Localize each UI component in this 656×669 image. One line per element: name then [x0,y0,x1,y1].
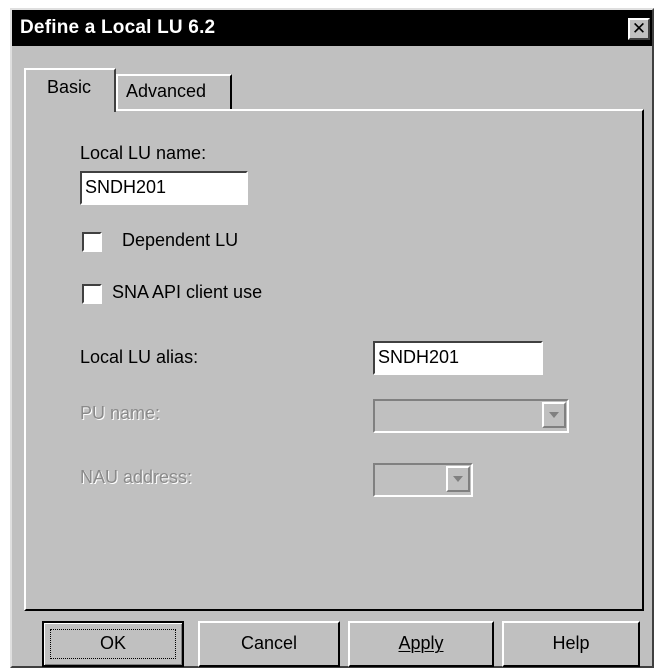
local-lu-name-label: Local LU name: [80,143,207,163]
cancel-button-label: Cancel [240,633,298,653]
pu-name-label: PU name: [80,403,161,423]
local-lu-alias-input[interactable]: SNDH201 [373,341,543,375]
tab-basic-label: Basic [47,77,92,97]
dependent-lu-checkbox[interactable] [82,232,102,252]
apply-button-label: Apply [398,633,444,653]
tab-advanced[interactable]: Advanced [116,74,232,110]
close-icon: ✕ [631,19,647,38]
chevron-down-icon[interactable] [542,402,566,428]
define-local-lu-dialog: Define a Local LU 6.2 ✕ Basic Advanced L… [10,8,654,668]
ok-button-label: OK [99,633,126,653]
nau-address-label: NAU address: [80,467,193,487]
help-button[interactable]: Help [502,621,640,667]
close-button[interactable]: ✕ [628,18,650,40]
cancel-button[interactable]: Cancel [198,621,340,667]
local-lu-alias-value: SNDH201 [378,347,460,367]
nau-address-dropdown[interactable] [373,463,473,497]
pu-name-dropdown[interactable] [373,399,569,433]
tab-advanced-label: Advanced [126,81,207,101]
ok-button[interactable]: OK [42,621,184,667]
local-lu-name-value: SNDH201 [85,177,167,197]
basic-tab-panel: Local LU name: SNDH201 Dependent LU SNA … [24,109,644,611]
help-button-label: Help [552,633,590,653]
sna-api-client-use-label[interactable]: SNA API client use [112,282,262,303]
dialog-title: Define a Local LU 6.2 [20,17,216,38]
sna-api-client-use-checkbox[interactable] [82,284,102,304]
local-lu-name-input[interactable]: SNDH201 [80,171,248,205]
chevron-down-icon[interactable] [446,466,470,492]
tab-basic[interactable]: Basic [24,68,116,112]
dependent-lu-label[interactable]: Dependent LU [122,230,238,251]
local-lu-alias-label: Local LU alias: [80,347,199,367]
title-bar: Define a Local LU 6.2 ✕ [12,10,652,46]
apply-button[interactable]: Apply [348,621,494,667]
